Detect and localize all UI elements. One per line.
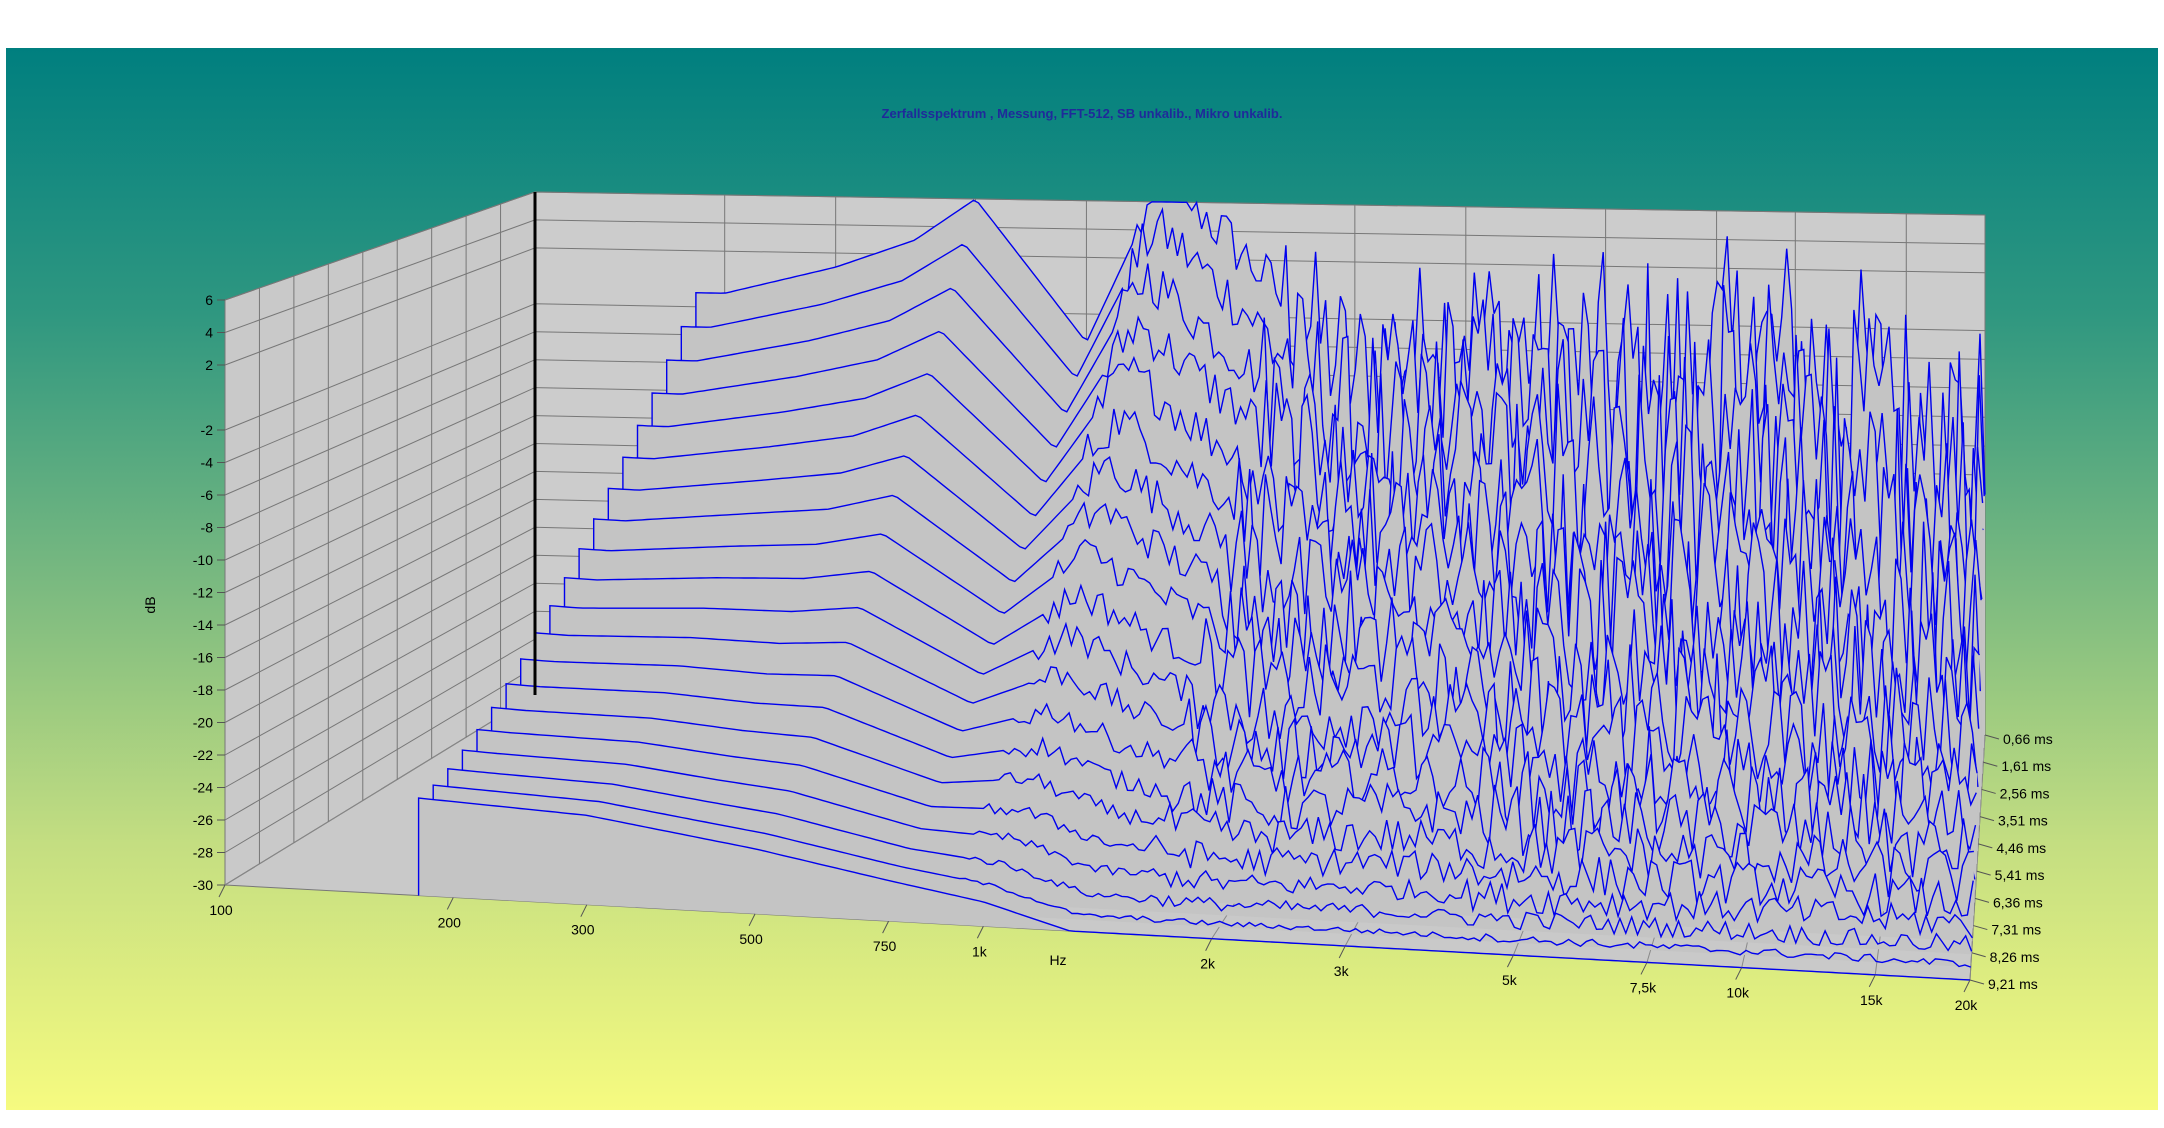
x-tick xyxy=(218,884,226,898)
x-axis-label: Hz xyxy=(1049,952,1066,968)
z-tick xyxy=(1969,979,1985,985)
z-tick-label: 4,46 ms xyxy=(1996,840,2046,856)
z-tick xyxy=(1976,870,1991,876)
z-tick-label: 3,51 ms xyxy=(1998,813,2048,829)
x-tick-label: 10k xyxy=(1726,985,1750,1001)
x-tick xyxy=(580,904,588,917)
y-tick-label: -24 xyxy=(193,780,213,796)
y-tick-label: -12 xyxy=(193,585,213,601)
x-tick xyxy=(882,920,890,934)
x-tick xyxy=(976,926,984,939)
z-tick xyxy=(1971,952,1986,958)
y-tick-label: -30 xyxy=(193,877,213,893)
x-tick xyxy=(446,897,454,910)
x-tick-label: 100 xyxy=(209,902,233,918)
y-tick-label: -22 xyxy=(193,747,213,763)
y-axis-label: dB xyxy=(142,596,158,613)
x-tick xyxy=(1338,945,1346,959)
z-tick-label: 9,21 ms xyxy=(1988,976,2038,992)
y-tick-label: -18 xyxy=(193,682,213,698)
z-tick xyxy=(1984,734,2000,740)
y-tick-label: -16 xyxy=(193,650,213,666)
x-tick-label: 20k xyxy=(1955,997,1979,1013)
z-tick xyxy=(1978,843,1993,849)
x-tick-label: 2k xyxy=(1200,956,1216,972)
x-tick xyxy=(1506,954,1514,968)
x-tick xyxy=(1205,938,1213,951)
z-tick-label: 5,41 ms xyxy=(1995,867,2045,883)
z-tick xyxy=(1981,788,1996,794)
z-tick-label: 6,36 ms xyxy=(1993,894,2043,910)
z-tick-label: 7,31 ms xyxy=(1991,922,2041,938)
y-tick-label: -6 xyxy=(201,487,214,503)
x-tick-label: 3k xyxy=(1334,963,1350,979)
y-tick-label: -28 xyxy=(193,845,213,861)
y-tick-label: -26 xyxy=(193,812,213,828)
z-tick xyxy=(1983,761,1998,767)
z-tick xyxy=(1973,925,1988,931)
x-tick xyxy=(1640,962,1648,975)
x-tick-label: 500 xyxy=(739,931,763,947)
y-tick-label: 6 xyxy=(205,292,213,308)
y-tick-label: 2 xyxy=(205,357,213,373)
z-tick-label: 0,66 ms xyxy=(2003,731,2053,747)
z-tick xyxy=(1974,897,1990,903)
y-tick-label: -14 xyxy=(193,617,213,633)
y-tick-label: -8 xyxy=(201,520,214,536)
x-tick-label: 15k xyxy=(1860,992,1884,1008)
x-tick-label: 7,5k xyxy=(1630,979,1657,995)
x-tick xyxy=(1868,974,1876,988)
z-tick-label: 8,26 ms xyxy=(1990,949,2040,965)
y-tick-label: -10 xyxy=(193,552,213,568)
x-tick-label: 200 xyxy=(438,914,462,930)
y-tick-label: -2 xyxy=(201,422,214,438)
z-tick xyxy=(1979,816,1995,822)
x-tick xyxy=(1735,967,1743,980)
y-tick-label: -20 xyxy=(193,715,213,731)
z-tick-label: 2,56 ms xyxy=(2000,785,2050,801)
x-tick-label: 750 xyxy=(873,938,897,954)
x-tick-label: 1k xyxy=(972,943,988,959)
x-tick xyxy=(748,913,756,927)
waterfall-chart: 6 4 2 -2 -4 -6 -8 -10 -12 -14 -16 -18 -20 -22 -24 -26 -2… xyxy=(142,191,2053,1013)
z-tick-label: 1,61 ms xyxy=(2001,758,2051,774)
x-tick-label: 5k xyxy=(1502,972,1518,988)
x-tick xyxy=(1963,979,1971,993)
y-tick-label: 4 xyxy=(205,325,213,341)
x-tick-label: 300 xyxy=(571,922,595,938)
y-tick-label: -4 xyxy=(201,455,214,471)
